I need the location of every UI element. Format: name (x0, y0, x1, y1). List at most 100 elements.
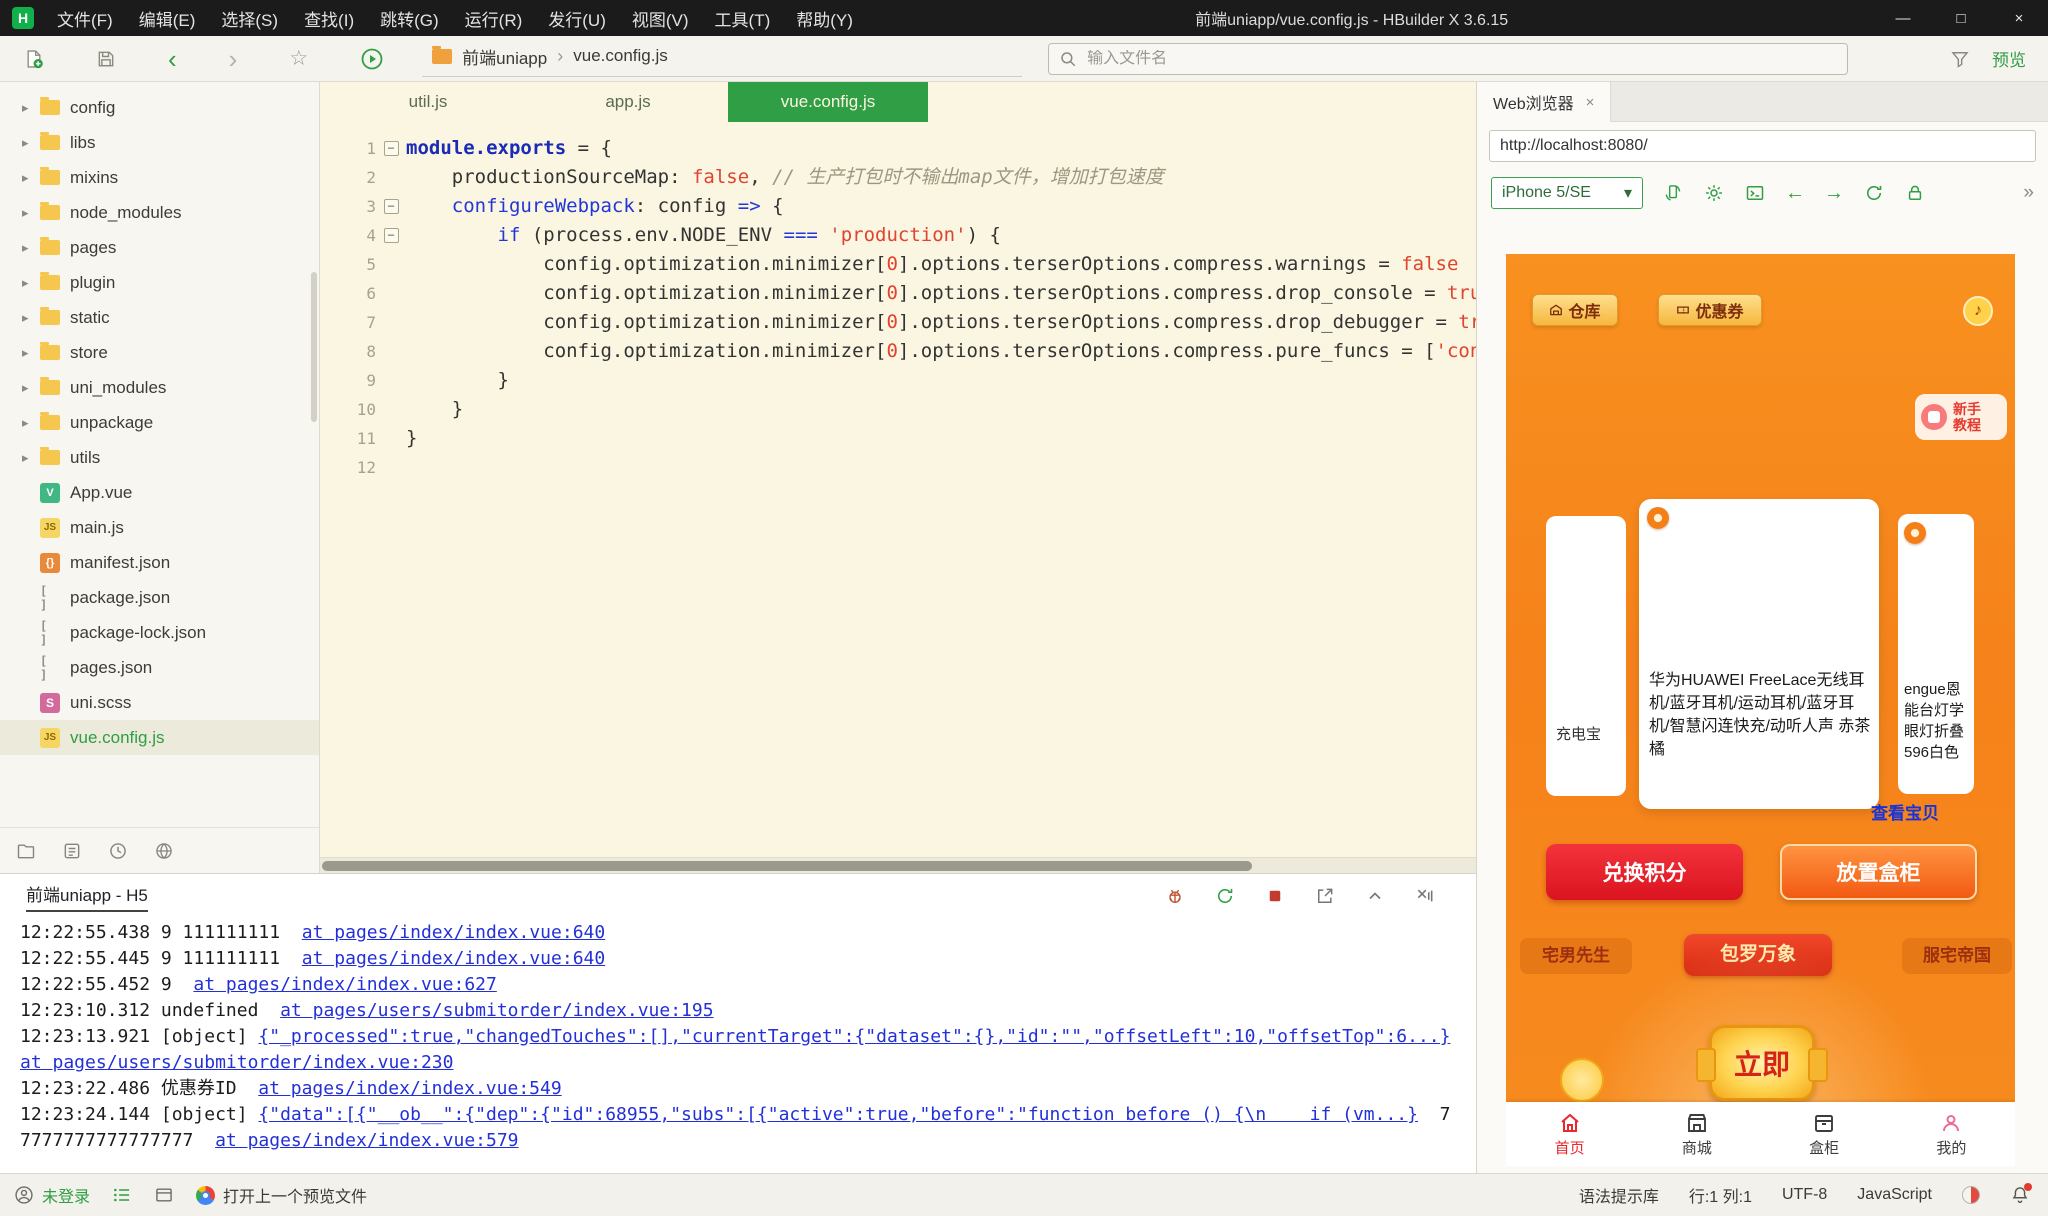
tree-folder[interactable]: ▸uni_modules (0, 370, 319, 405)
menu-item[interactable]: 查找(I) (291, 0, 367, 36)
devtools-console-icon[interactable] (1744, 182, 1766, 204)
place-cabinet-button[interactable]: 放置盒柜 (1780, 844, 1977, 900)
product-card-left[interactable]: 充电宝 (1546, 516, 1626, 796)
product-card-right[interactable]: engue恩能台灯学眼灯折叠596白色 (1898, 514, 1974, 794)
tab-close-icon[interactable]: × (1586, 94, 1595, 111)
code-area[interactable]: 1−module.exports = {2 productionSourceMa… (320, 122, 1476, 857)
tree-file[interactable]: JSvue.config.js (0, 720, 319, 755)
console-link[interactable]: at pages/index/index.vue:640 (302, 922, 605, 943)
explorer-panel-icon[interactable] (16, 841, 36, 861)
coin-face-icon[interactable] (1560, 1058, 1604, 1102)
browser-tab[interactable]: Web浏览器 × (1477, 82, 1611, 122)
console-link[interactable]: at pages/index/index.vue:579 (215, 1130, 518, 1151)
tree-file[interactable]: [ ]package.json (0, 580, 319, 615)
maximize-button[interactable]: □ (1932, 0, 1990, 36)
fold-marker[interactable]: − (376, 134, 406, 163)
draw-now-badge[interactable]: 立即 (1700, 1020, 1824, 1106)
chevron-right-icon[interactable]: ▸ (22, 450, 40, 466)
tree-folder[interactable]: ▸config (0, 90, 319, 125)
tree-file[interactable]: [ ]package-lock.json (0, 615, 319, 650)
console-link[interactable]: at pages/users/submitorder/index.vue:230 (20, 1052, 453, 1073)
tree-folder[interactable]: ▸static (0, 300, 319, 335)
chevron-right-icon[interactable]: ▸ (22, 100, 40, 116)
view-item-link[interactable]: 查看宝贝 (1871, 799, 1939, 824)
menu-item[interactable]: 发行(U) (535, 0, 619, 36)
chevron-right-icon[interactable]: ▸ (22, 310, 40, 326)
fold-marker[interactable]: − (376, 192, 406, 221)
horizontal-scrollbar[interactable] (320, 857, 1476, 873)
chevron-right-icon[interactable]: ▸ (22, 240, 40, 256)
nav-back-icon[interactable]: ← (1785, 183, 1805, 203)
menu-item[interactable]: 运行(R) (452, 0, 536, 36)
debug-icon[interactable] (1164, 885, 1186, 907)
history-panel-icon[interactable] (108, 841, 128, 861)
back-icon[interactable]: ‹ (168, 46, 177, 72)
cursor-position[interactable]: 行:1 列:1 (1689, 1183, 1752, 1207)
tree-folder[interactable]: ▸store (0, 335, 319, 370)
filter-icon[interactable] (1950, 49, 1970, 69)
console-link[interactable]: at pages/index/index.vue:640 (302, 948, 605, 969)
chevron-right-icon[interactable]: ▸ (22, 170, 40, 186)
clear-console-icon[interactable] (1414, 885, 1436, 907)
new-file-icon[interactable] (24, 49, 44, 69)
tree-folder[interactable]: ▸mixins (0, 160, 319, 195)
banner[interactable]: 服宅帝国 (1902, 938, 2012, 974)
run-icon[interactable] (360, 47, 384, 71)
music-icon[interactable]: ♪ (1963, 296, 1993, 326)
breadcrumb-file[interactable]: vue.config.js (573, 46, 668, 66)
tree-folder[interactable]: ▸plugin (0, 265, 319, 300)
banner[interactable]: 宅男先生 (1520, 938, 1632, 974)
console-link[interactable]: at pages/index/index.vue:549 (258, 1078, 561, 1099)
close-button[interactable]: × (1990, 0, 2048, 36)
tree-file[interactable]: {}manifest.json (0, 545, 319, 580)
scrollbar-thumb[interactable] (322, 861, 1252, 871)
panel-icon[interactable] (154, 1185, 174, 1205)
more-tools-icon[interactable]: » (2023, 182, 2034, 204)
exchange-points-button[interactable]: 兑换积分 (1546, 844, 1743, 900)
web-panel-icon[interactable] (154, 841, 174, 861)
product-card-center[interactable]: 华为HUAWEI FreeLace无线耳机/蓝牙耳机/运动耳机/蓝牙耳机/智慧闪… (1639, 499, 1879, 809)
settings-gear-icon[interactable] (1703, 182, 1725, 204)
console-link[interactable]: at pages/index/index.vue:627 (193, 974, 496, 995)
console-link[interactable]: {"_processed":true,"changedTouches":[],"… (258, 1026, 1450, 1047)
menu-item[interactable]: 编辑(E) (126, 0, 209, 36)
login-status[interactable]: 未登录 (14, 1183, 90, 1207)
tree-file[interactable]: VApp.vue (0, 475, 319, 510)
favorite-icon[interactable]: ☆ (289, 48, 308, 69)
menu-item[interactable]: 视图(V) (619, 0, 702, 36)
refresh-icon[interactable] (1863, 182, 1885, 204)
chevron-right-icon[interactable]: ▸ (22, 415, 40, 431)
preview-button[interactable]: 预览 (1992, 46, 2026, 71)
editor-tab[interactable]: vue.config.js (728, 82, 928, 122)
lock-icon[interactable] (1904, 182, 1926, 204)
nav-forward-icon[interactable]: → (1824, 183, 1844, 203)
chevron-right-icon[interactable]: ▸ (22, 205, 40, 221)
tab-mine[interactable]: 我的 (1888, 1102, 2015, 1166)
open-last-preview[interactable]: 打开上一个预览文件 (196, 1183, 367, 1207)
syntax-lib-label[interactable]: 语法提示库 (1579, 1183, 1659, 1207)
url-input[interactable] (1489, 130, 2036, 162)
restart-icon[interactable] (1214, 885, 1236, 907)
sidebar-scrollbar[interactable] (311, 272, 317, 422)
chevron-right-icon[interactable]: ▸ (22, 275, 40, 291)
fold-marker[interactable]: − (376, 221, 406, 250)
tree-folder[interactable]: ▸unpackage (0, 405, 319, 440)
console-tab[interactable]: 前端uniapp - H5 (26, 881, 148, 912)
open-external-icon[interactable] (1314, 885, 1336, 907)
forward-icon[interactable]: › (229, 46, 238, 72)
tree-folder[interactable]: ▸utils (0, 440, 319, 475)
rotate-device-icon[interactable] (1662, 182, 1684, 204)
tree-folder[interactable]: ▸pages (0, 230, 319, 265)
search-input[interactable] (1087, 50, 1837, 68)
encoding-label[interactable]: UTF-8 (1782, 1186, 1827, 1204)
breadcrumb-project[interactable]: 前端uniapp (462, 44, 547, 69)
tree-file[interactable]: Suni.scss (0, 685, 319, 720)
coupon-button[interactable]: 优惠券 (1658, 294, 1762, 326)
tree-folder[interactable]: ▸node_modules (0, 195, 319, 230)
menu-item[interactable]: 帮助(Y) (783, 0, 866, 36)
tree-file[interactable]: [ ]pages.json (0, 650, 319, 685)
tree-file[interactable]: JSmain.js (0, 510, 319, 545)
tab-mall[interactable]: 商城 (1633, 1102, 1760, 1166)
stop-icon[interactable] (1264, 885, 1286, 907)
minimize-button[interactable]: — (1874, 0, 1932, 36)
